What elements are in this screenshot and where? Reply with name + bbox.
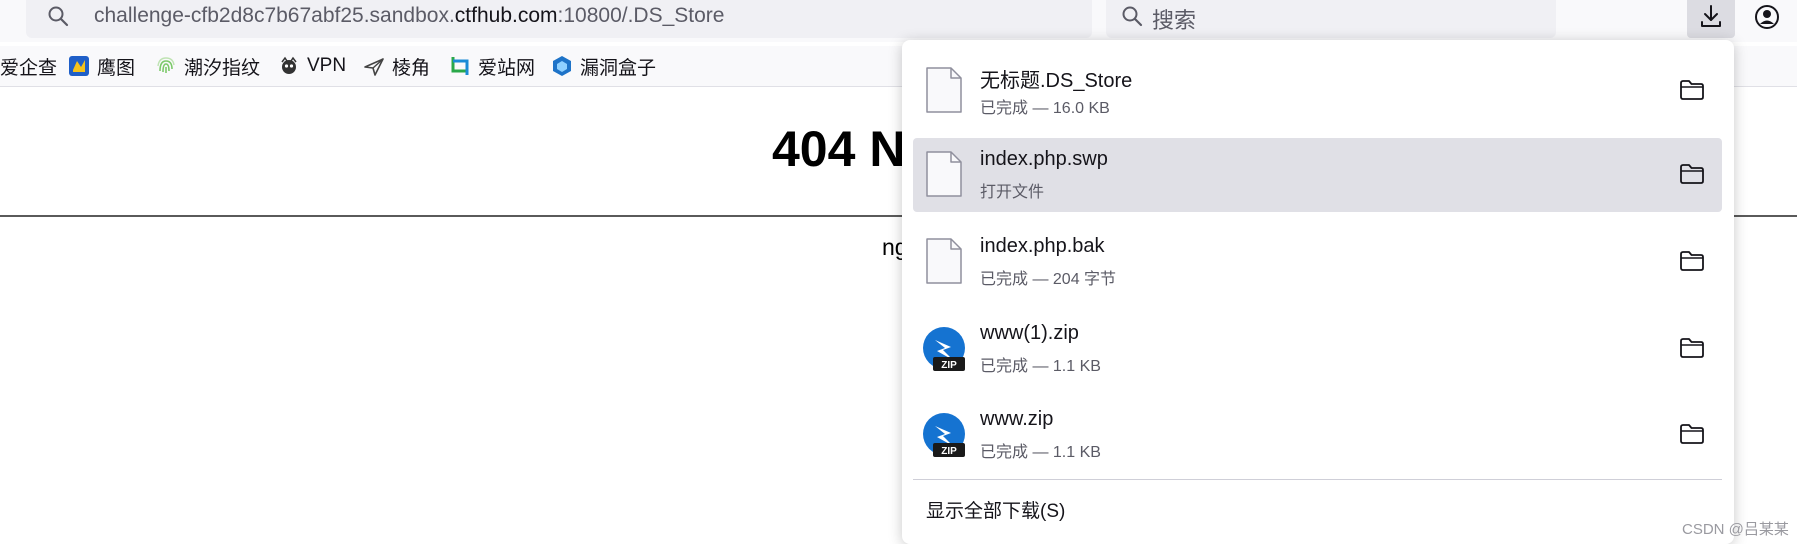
url-prefix: challenge-cfb2d8c7b67abf25.sandbox. (94, 4, 455, 27)
download-item[interactable]: index.php.bak 已完成 — 204 字节 (913, 225, 1722, 299)
bookmark-lengjiao[interactable]: 棱角 (363, 52, 430, 80)
bookmark-chaoxi[interactable]: 潮汐指纹 (155, 52, 260, 80)
address-bar[interactable]: challenge-cfb2d8c7b67abf25.sandbox.ctfhu… (26, 0, 1092, 38)
edge-icon (364, 58, 384, 76)
bookmark-label: 鹰图 (97, 57, 136, 79)
url-domain: ctfhub.com (454, 4, 558, 27)
address-url[interactable]: challenge-cfb2d8c7b67abf25.sandbox.ctfhu… (94, 4, 724, 28)
hunter-icon (69, 56, 89, 76)
folder-icon[interactable] (1679, 250, 1705, 272)
zip-archive-icon: ZIP (923, 327, 965, 371)
bookmark-hunter[interactable]: 鹰图 (68, 52, 135, 80)
watermark: CSDN @吕某某 (1682, 521, 1789, 538)
fingerprint-icon (157, 57, 175, 73)
search-icon (48, 6, 69, 27)
bookmark-aiqicha[interactable]: 爱企查 (0, 52, 57, 80)
download-item[interactable]: ZIP www(1).zip 已完成 — 1.1 KB (913, 312, 1722, 386)
zip-archive-icon: ZIP (923, 413, 965, 457)
download-item[interactable]: 无标题.DS_Store 已完成 — 16.0 KB (913, 54, 1722, 128)
bookmark-aizhan[interactable]: 爱站网 (449, 52, 535, 80)
vulbox-icon (553, 56, 571, 76)
file-icon (926, 151, 962, 197)
page-title: 404 N (772, 121, 906, 177)
download-filename: www.zip (980, 408, 1054, 430)
download-filename: index.php.bak (980, 235, 1105, 257)
download-item[interactable]: index.php.swp 打开文件 (913, 138, 1722, 212)
bookmark-label: 漏洞盒子 (580, 57, 657, 79)
aizhan-icon (451, 57, 469, 75)
download-filename: index.php.swp (980, 148, 1108, 170)
folder-icon[interactable] (1679, 163, 1705, 185)
download-filename: www(1).zip (980, 322, 1079, 344)
folder-icon[interactable] (1679, 337, 1705, 359)
show-all-downloads-button[interactable]: 显示全部下载(S) (926, 496, 1065, 523)
search-placeholder: 搜索 (1152, 8, 1197, 33)
navigation-toolbar: challenge-cfb2d8c7b67abf25.sandbox.ctfhu… (0, 0, 1797, 42)
download-status: 已完成 — 16.0 KB (980, 100, 1110, 117)
vpn-icon (281, 56, 297, 74)
bookmark-label: 爱企查 (0, 57, 58, 79)
download-status: 打开文件 (980, 184, 1045, 201)
svg-text:ZIP: ZIP (941, 360, 957, 371)
download-item[interactable]: ZIP www.zip 已完成 — 1.1 KB (913, 398, 1722, 472)
account-icon[interactable] (1752, 2, 1782, 32)
download-status: 已完成 — 1.1 KB (980, 358, 1101, 375)
bookmark-label: 棱角 (392, 57, 431, 79)
downloads-panel: 无标题.DS_Store 已完成 — 16.0 KB index.php.swp… (902, 40, 1734, 544)
download-status: 已完成 — 204 字节 (980, 271, 1117, 288)
folder-icon[interactable] (1679, 423, 1705, 445)
bookmark-label: 爱站网 (478, 57, 536, 79)
downloads-button[interactable] (1687, 0, 1735, 38)
file-icon (926, 67, 962, 113)
bookmark-vulbox[interactable]: 漏洞盒子 (551, 52, 656, 80)
download-filename: 无标题.DS_Store (980, 70, 1133, 92)
bookmark-label: VPN (307, 55, 347, 76)
svg-text:ZIP: ZIP (941, 446, 957, 457)
search-bar[interactable]: 搜索 (1106, 0, 1556, 38)
bookmark-vpn[interactable]: VPN (278, 52, 346, 80)
download-arrow-icon (1701, 5, 1721, 27)
panel-divider (913, 479, 1722, 480)
folder-icon[interactable] (1679, 79, 1705, 101)
file-icon (926, 238, 962, 284)
url-suffix: :10800/.DS_Store (557, 4, 725, 27)
download-status: 已完成 — 1.1 KB (980, 444, 1101, 461)
search-icon (1122, 6, 1143, 27)
bookmark-label: 潮汐指纹 (184, 57, 261, 79)
